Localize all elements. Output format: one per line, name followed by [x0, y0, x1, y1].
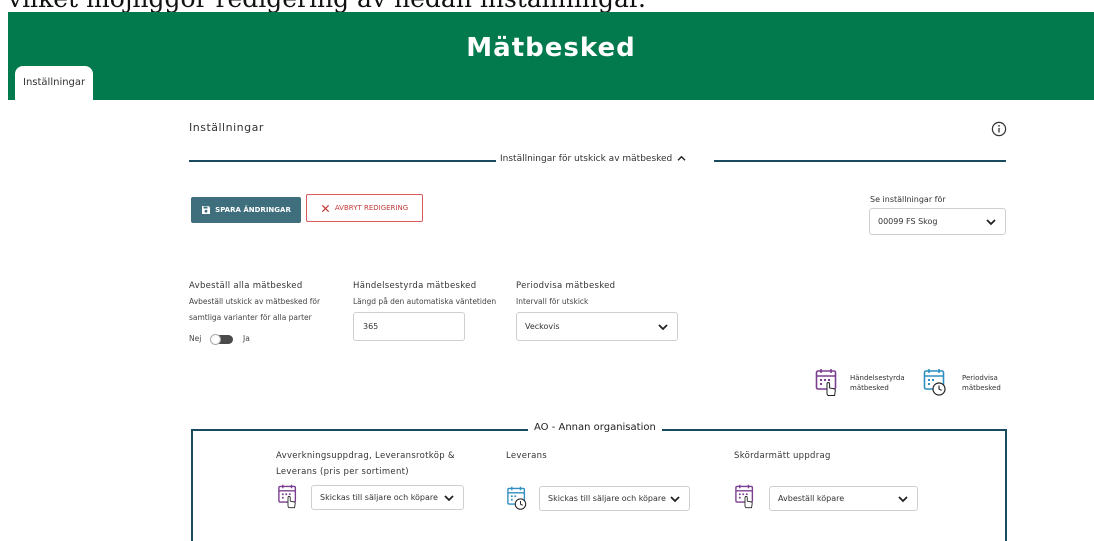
chevron-down-icon — [670, 495, 680, 503]
section-label: Inställningar för utskick av mätbesked — [500, 154, 673, 164]
event-driven-desc: Längd på den automatiska väntetiden — [353, 297, 497, 306]
toggle-off-label: Nej — [189, 334, 202, 343]
cancel-all-toggle[interactable] — [210, 334, 233, 345]
interval-select-value: Veckovis — [525, 322, 560, 331]
save-icon — [202, 206, 211, 214]
section-divider-left — [189, 160, 496, 162]
tab-installningar[interactable]: Inställningar — [15, 66, 94, 100]
legend-periodic-line1: Periodvisa — [962, 374, 998, 382]
calendar-hand-icon — [277, 483, 299, 509]
organization-title: AO - Annan organisation — [528, 422, 662, 433]
cancel-all-desc-1: Avbeställ utskick av mätbesked för — [189, 297, 321, 306]
col2-title: Leverans — [506, 451, 547, 461]
wait-time-input[interactable]: 365 — [353, 312, 465, 341]
save-changes-label: SPARA ÄNDRINGAR — [215, 206, 291, 214]
app-header: Mätbesked — [8, 12, 1094, 100]
cancel-all-title: Avbeställ alla mätbesked — [189, 281, 303, 291]
col2-recipient-select[interactable]: Skickas till säljare och köpare — [539, 486, 690, 511]
organization-select-value: 00099 FS Skog — [878, 217, 938, 226]
calendar-clock-icon — [923, 367, 947, 397]
chevron-down-icon — [986, 218, 996, 226]
chevron-down-icon — [658, 323, 668, 331]
legend-periodic: Periodvisa mätbesked — [962, 373, 1001, 393]
info-icon[interactable] — [991, 121, 1007, 137]
col1-recipient-select[interactable]: Skickas till säljare och köpare — [311, 485, 464, 510]
app-title: Mätbesked — [466, 33, 636, 63]
close-icon — [321, 204, 329, 212]
page-title: Inställningar — [189, 121, 264, 134]
col3-title: Skördarmätt uppdrag — [734, 451, 831, 461]
col2-recipient-value: Skickas till säljare och köpare — [548, 494, 666, 503]
cancel-edit-label: AVBRYT REDIGERING — [334, 204, 409, 212]
legend-event-line1: Händelsestyrda — [850, 374, 905, 382]
interval-select[interactable]: Veckovis — [516, 312, 678, 341]
toggle-knob — [210, 334, 221, 345]
legend-event-line2: mätbesked — [850, 384, 889, 392]
calendar-hand-icon — [815, 367, 839, 397]
toggle-on-label: Ja — [243, 334, 250, 343]
view-settings-label: Se inställningar för — [870, 195, 946, 204]
organization-select[interactable]: 00099 FS Skog — [869, 208, 1006, 235]
cancel-edit-button[interactable]: AVBRYT REDIGERING — [306, 194, 423, 222]
save-changes-button[interactable]: SPARA ÄNDRINGAR — [191, 197, 301, 223]
event-driven-title: Händelsestyrda mätbesked — [353, 281, 477, 291]
legend-event-driven: Händelsestyrda mätbesked — [850, 373, 905, 393]
col1-title-line1: Avverkningsuppdrag, Leveransrotköp & — [276, 451, 455, 461]
periodic-desc: Intervall för utskick — [516, 297, 589, 306]
chevron-down-icon — [898, 495, 908, 503]
col3-recipient-select[interactable]: Avbeställ köpare — [769, 486, 918, 511]
col1-title-line2: Leverans (pris per sortiment) — [276, 467, 409, 477]
col1-recipient-value: Skickas till säljare och köpare — [320, 493, 438, 502]
col3-recipient-value: Avbeställ köpare — [778, 494, 845, 503]
legend-periodic-line2: mätbesked — [962, 384, 1001, 392]
chevron-down-icon — [444, 494, 454, 502]
calendar-clock-icon — [506, 485, 528, 511]
periodic-title: Periodvisa mätbesked — [516, 281, 616, 291]
chevron-up-icon — [677, 155, 686, 161]
cancel-all-desc-2: samtliga varianter för alla parter — [189, 313, 312, 322]
section-divider-right — [714, 160, 1006, 162]
section-toggle[interactable]: Inställningar för utskick av mätbesked — [500, 154, 686, 164]
calendar-hand-icon — [734, 483, 756, 509]
